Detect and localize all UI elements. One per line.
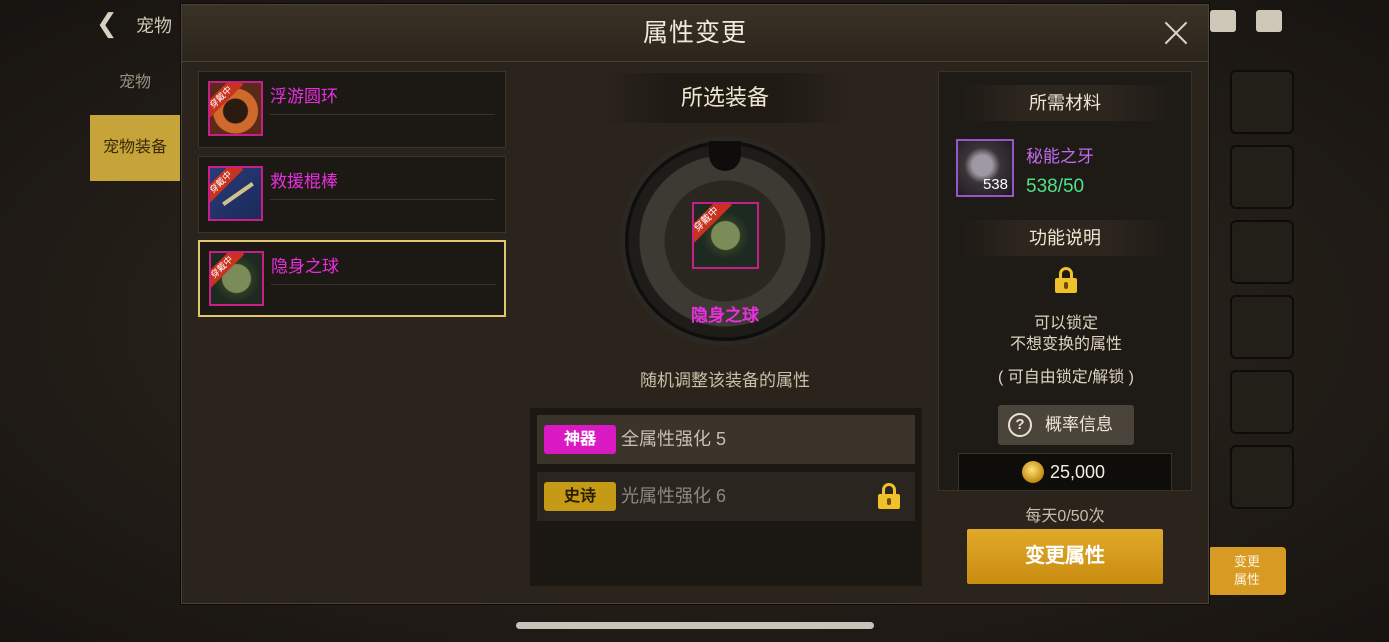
- cost-display: 25,000: [958, 453, 1172, 491]
- background-change-button[interactable]: 变更 属性: [1208, 547, 1286, 595]
- feature-note: ( 可自由锁定/解锁 ): [998, 369, 1134, 386]
- list-item-equipment-selected[interactable]: 穿戴中 隐身之球: [198, 240, 506, 317]
- divider: [271, 284, 496, 285]
- change-description: 随机调整该装备的属性: [640, 371, 810, 390]
- selected-equipment-name: 隐身之球: [691, 306, 759, 325]
- materials-panel: 所需材料 538 秘能之牙 538/50 功能说明 可以锁定 不想变换的属性 (…: [938, 71, 1192, 491]
- change-attribute-button[interactable]: 变更属性: [967, 529, 1163, 584]
- material-count: 538: [982, 176, 1008, 193]
- dialog-header: 属性变更: [182, 5, 1208, 62]
- float-ring-icon: 穿戴中: [208, 81, 263, 136]
- materials-heading: 所需材料: [959, 85, 1171, 121]
- attribute-change-dialog: 属性变更 穿戴中 浮游圆环 穿戴中 救援棍棒 穿戴中 隐身之球 所选装备 穿戴中…: [181, 4, 1209, 604]
- divider: [270, 114, 495, 115]
- grade-badge: 神器: [544, 425, 616, 454]
- inventory-cell[interactable]: [1230, 445, 1294, 509]
- inventory-cell[interactable]: [1230, 370, 1294, 434]
- equipment-name: 隐身之球: [271, 257, 339, 276]
- tab-pet-equipment[interactable]: 宠物装备: [90, 115, 180, 181]
- top-right-icons: [1206, 10, 1286, 38]
- probability-info-button[interactable]: ? 概率信息: [998, 405, 1134, 445]
- cost-value: 25,000: [1050, 462, 1106, 482]
- equipped-ribbon: 穿戴中: [210, 168, 244, 205]
- mail-icon[interactable]: [1210, 10, 1236, 32]
- dialog-title: 属性变更: [642, 19, 747, 47]
- close-icon[interactable]: [1158, 15, 1194, 51]
- lock-icon[interactable]: [878, 483, 900, 509]
- attribute-text: 光属性强化 6: [621, 486, 727, 506]
- gold-coin-icon: [1022, 461, 1044, 483]
- list-item-equipment[interactable]: 穿戴中 救援棍棒: [198, 156, 506, 233]
- equipped-ribbon: 穿戴中: [210, 83, 244, 120]
- inventory-cell[interactable]: [1230, 220, 1294, 284]
- material-quantity: 538/50: [1026, 176, 1085, 197]
- attribute-text: 全属性强化 5: [621, 429, 727, 449]
- inventory-cell[interactable]: [1230, 145, 1294, 209]
- equipment-name: 救援棍棒: [270, 172, 338, 191]
- attribute-list: 神器 全属性强化 5 史诗 光属性强化 6: [530, 408, 922, 586]
- rescue-stick-icon: 穿戴中: [208, 166, 263, 221]
- background-title: 宠物: [136, 16, 172, 36]
- home-indicator[interactable]: [516, 622, 874, 629]
- equipped-ribbon: 穿戴中: [211, 253, 245, 290]
- probability-label: 概率信息: [1045, 415, 1113, 434]
- feature-heading: 功能说明: [959, 220, 1171, 256]
- inventory-cell[interactable]: [1230, 295, 1294, 359]
- tab-pet[interactable]: 宠物: [90, 50, 180, 116]
- selected-equipment-heading: 所选装备: [600, 73, 850, 123]
- equipped-ribbon: 穿戴中: [694, 204, 732, 245]
- equipment-name: 浮游圆环: [270, 87, 338, 106]
- material-fang-icon[interactable]: 538: [956, 139, 1014, 197]
- stealth-orb-icon: 穿戴中: [209, 251, 264, 306]
- daily-limit: 每天0/50次: [1025, 508, 1105, 525]
- selected-equipment-icon[interactable]: 穿戴中: [692, 202, 759, 269]
- lock-icon: [1055, 267, 1077, 293]
- back-arrow-icon[interactable]: ❮: [96, 8, 126, 38]
- attribute-row[interactable]: 史诗 光属性强化 6: [537, 472, 915, 521]
- inventory-cell[interactable]: [1230, 70, 1294, 134]
- question-icon: ?: [1008, 413, 1032, 437]
- chat-icon[interactable]: [1256, 10, 1282, 32]
- attribute-row[interactable]: 神器 全属性强化 5: [537, 415, 915, 464]
- material-name: 秘能之牙: [1026, 147, 1094, 166]
- feature-text: 不想变换的属性: [1009, 336, 1122, 353]
- divider: [270, 199, 495, 200]
- list-item-equipment[interactable]: 穿戴中 浮游圆环: [198, 71, 506, 148]
- grade-badge: 史诗: [544, 482, 616, 511]
